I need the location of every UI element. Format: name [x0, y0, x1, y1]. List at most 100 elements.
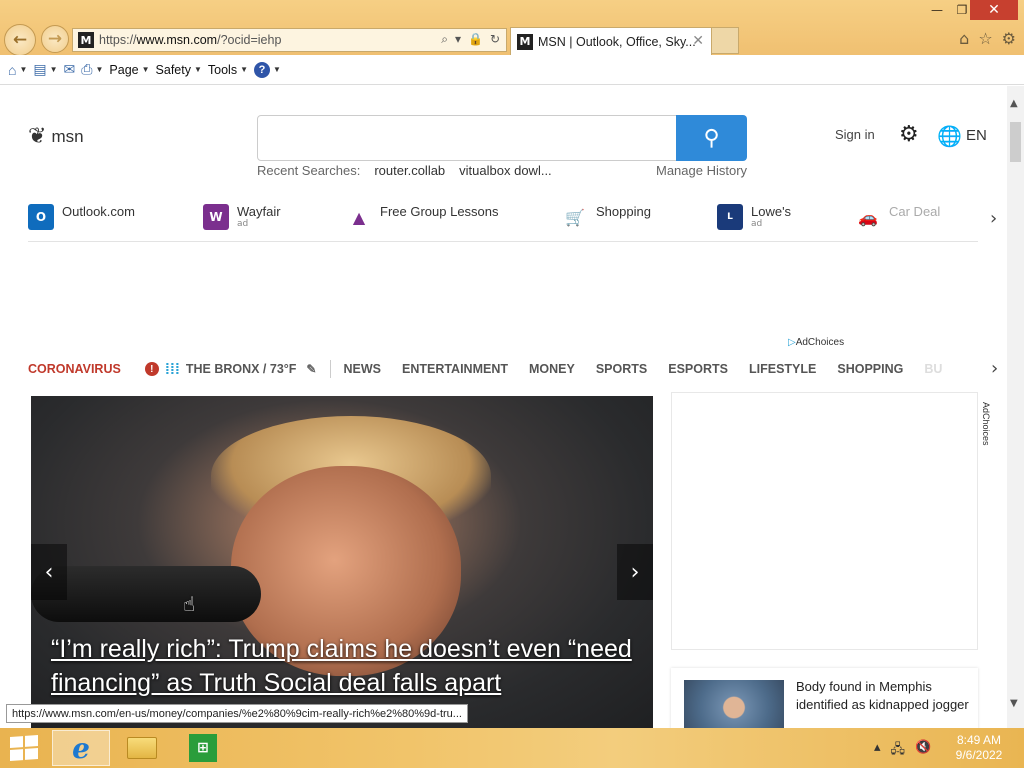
- home-icon: ⌂: [8, 61, 17, 78]
- help-icon: ?: [254, 61, 270, 78]
- quicklink-car-deal[interactable]: 🚗 Car Deal: [855, 204, 940, 230]
- back-arrow-icon: ←: [12, 30, 28, 50]
- nav-divider: [330, 360, 332, 378]
- wayfair-icon: W: [203, 204, 229, 230]
- carousel-next-button[interactable]: ›: [617, 544, 653, 600]
- quicklink-label: Outlook.com: [62, 204, 135, 219]
- chevron-down-icon: ▼: [273, 65, 281, 74]
- quicklink-label: Lowe's: [751, 204, 792, 219]
- settings-gear-icon[interactable]: ⚙: [899, 122, 919, 147]
- taskbar-internet-explorer[interactable]: e: [52, 730, 110, 766]
- start-button[interactable]: [10, 735, 38, 761]
- url-scheme: https://: [99, 33, 137, 47]
- sign-in-link[interactable]: Sign in: [835, 127, 875, 142]
- msn-logo[interactable]: ❦ msn: [28, 124, 84, 149]
- nav-lifestyle[interactable]: LIFESTYLE: [749, 362, 816, 376]
- nav-news[interactable]: NEWS: [343, 362, 381, 376]
- nav-partial-item[interactable]: BU: [924, 362, 942, 376]
- quicklink-wayfair[interactable]: W Wayfair ad: [203, 204, 281, 230]
- favorites-star-icon[interactable]: ☆: [978, 29, 992, 48]
- ad-slot[interactable]: [671, 392, 978, 650]
- recent-search-item[interactable]: router.collab: [374, 163, 445, 178]
- internet-explorer-icon: e: [72, 731, 90, 765]
- quicklink-shopping[interactable]: 🛒 Shopping: [562, 204, 651, 230]
- clock-time: 8:49 AM: [956, 733, 1002, 747]
- printer-icon: ⎙: [81, 61, 93, 77]
- chevron-right-icon[interactable]: ›: [991, 358, 998, 379]
- close-window-button[interactable]: ✕: [970, 0, 1018, 20]
- close-tab-icon[interactable]: ✕: [692, 33, 704, 49]
- adchoices-link[interactable]: ▷AdChoices: [788, 337, 844, 348]
- address-bar[interactable]: M https://www.msn.com/?ocid=iehp ⌕ ▾ 🔒 ↻: [72, 28, 507, 52]
- outlook-icon: O: [28, 204, 54, 230]
- taskbar-file-explorer[interactable]: [113, 730, 171, 766]
- language-selector[interactable]: EN: [966, 127, 987, 144]
- tray-expand-icon[interactable]: ▴: [874, 740, 881, 762]
- adchoices-vertical-link[interactable]: AdChoices: [981, 402, 991, 446]
- nav-esports[interactable]: ESPORTS: [668, 362, 728, 376]
- ad-label: ad: [751, 219, 763, 229]
- tools-menu-label: Tools: [207, 62, 238, 77]
- dropdown-caret-icon[interactable]: ▾: [455, 32, 461, 47]
- globe-icon[interactable]: 🌐: [937, 124, 962, 148]
- side-news-card[interactable]: Body found in Memphis identified as kidn…: [671, 668, 978, 728]
- scroll-down-icon[interactable]: ▼: [1010, 698, 1018, 709]
- safety-menu[interactable]: Safety ▼: [156, 63, 202, 77]
- network-icon[interactable]: 🖧: [891, 740, 906, 762]
- scroll-up-icon[interactable]: ▲: [1010, 98, 1018, 109]
- print-cmd-button[interactable]: ⎙ ▼: [81, 61, 103, 78]
- quicklink-label: Free Group Lessons: [380, 204, 499, 219]
- quicklink-outlook[interactable]: O Outlook.com: [28, 204, 135, 230]
- weather-widget[interactable]: ! ⁞⁞⁞ THE BRONX / 73°F ✎: [144, 361, 316, 378]
- mail-icon: ✉: [63, 61, 76, 77]
- browser-titlebar: ← → M https://www.msn.com/?ocid=iehp ⌕ ▾…: [0, 0, 1024, 56]
- page-scrollbar[interactable]: ▲ ▼: [1007, 86, 1024, 728]
- news-title[interactable]: Body found in Memphis identified as kidn…: [796, 678, 971, 714]
- nav-sports[interactable]: SPORTS: [596, 362, 647, 376]
- back-button[interactable]: ←: [4, 24, 36, 56]
- quicklink-free-group-lessons[interactable]: ▲ Free Group Lessons: [346, 204, 499, 230]
- home-icon[interactable]: ⌂: [959, 29, 969, 48]
- mail-cmd-button[interactable]: ✉: [64, 61, 76, 78]
- quicklink-lowes[interactable]: L Lowe's ad: [717, 204, 791, 230]
- new-tab-button[interactable]: [712, 27, 739, 54]
- chevron-left-icon: ‹: [44, 559, 54, 585]
- search-button[interactable]: ⚲: [676, 115, 747, 161]
- search-input[interactable]: [257, 115, 677, 161]
- forward-button[interactable]: →: [41, 25, 69, 53]
- scrollbar-thumb[interactable]: [1010, 122, 1021, 162]
- tools-menu[interactable]: Tools ▼: [208, 63, 248, 77]
- nav-entertainment[interactable]: ENTERTAINMENT: [402, 362, 508, 376]
- address-url[interactable]: https://www.msn.com/?ocid=iehp: [99, 33, 281, 47]
- hand-cursor-icon: ☝: [183, 592, 196, 616]
- nav-money[interactable]: MONEY: [529, 362, 575, 376]
- hero-headline-link[interactable]: “I’m really rich”: Trump claims he doesn…: [51, 632, 641, 700]
- nav-shopping[interactable]: SHOPPING: [837, 362, 903, 376]
- home-cmd-button[interactable]: ⌂ ▼: [8, 62, 27, 78]
- quicklink-label: Car Deal: [889, 204, 941, 219]
- news-thumbnail: [684, 680, 784, 728]
- nav-coronavirus[interactable]: CORONAVIRUS: [28, 362, 121, 376]
- speaker-muted-icon[interactable]: 🔇: [915, 740, 931, 762]
- edit-pencil-icon[interactable]: ✎: [306, 362, 316, 376]
- quicklink-label: Shopping: [596, 204, 651, 219]
- page-menu[interactable]: Page ▼: [109, 63, 149, 77]
- browser-tab-msn[interactable]: M MSN | Outlook, Office, Sky... ✕: [510, 27, 712, 55]
- tools-gear-icon[interactable]: ⚙: [1002, 29, 1016, 48]
- help-menu[interactable]: ? ▼: [254, 61, 281, 78]
- chevron-down-icon: ▼: [19, 65, 28, 74]
- refresh-icon[interactable]: ↻: [490, 32, 500, 47]
- carousel-prev-button[interactable]: ‹: [31, 544, 67, 600]
- manage-history-link[interactable]: Manage History: [656, 163, 747, 178]
- msn-tab-favicon-icon: M: [517, 33, 533, 50]
- feeds-cmd-button[interactable]: ▤ ▼: [33, 61, 57, 78]
- lock-icon[interactable]: 🔒: [468, 32, 483, 47]
- hero-carousel[interactable]: ‹ › “I’m really rich”: Trump claims he d…: [31, 396, 653, 728]
- chevron-down-icon: ▼: [95, 65, 104, 74]
- recent-search-item[interactable]: vitualbox dowl...: [459, 163, 552, 178]
- chevron-right-icon[interactable]: ›: [990, 208, 997, 229]
- search-icon[interactable]: ⌕: [441, 32, 448, 47]
- forward-arrow-icon: →: [47, 29, 63, 49]
- taskbar-clock[interactable]: 8:49 AM 9/6/2022: [944, 733, 1014, 763]
- taskbar-store[interactable]: ⊞: [174, 730, 232, 766]
